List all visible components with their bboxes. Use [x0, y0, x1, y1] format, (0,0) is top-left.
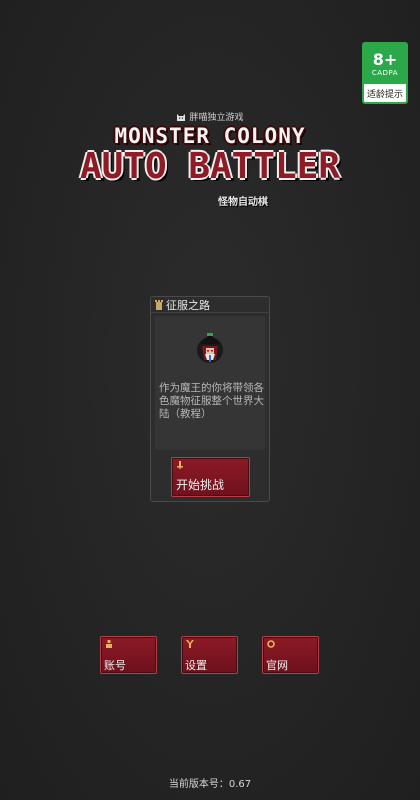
settings-button[interactable]: 设置	[181, 636, 238, 674]
publisher-name: 胖喵独立游戏	[189, 113, 244, 123]
age-rating-number: 8+	[372, 50, 398, 69]
tower-icon	[155, 299, 163, 310]
account-label: 账号	[104, 659, 126, 672]
website-button[interactable]: 官网	[262, 636, 319, 674]
account-button[interactable]: 账号	[100, 636, 157, 674]
age-rating-label: 适龄提示	[366, 90, 403, 100]
demon-king-portrait-icon	[197, 333, 223, 363]
publisher-tag: 胖喵独立游戏	[0, 110, 420, 123]
logo-title-main: AUTO BATTLER	[79, 146, 341, 187]
age-rating-badge: 8+ CADPA 适龄提示	[362, 42, 408, 104]
start-challenge-label: 开始挑战	[176, 478, 225, 492]
stage-info-panel: 作为魔王的你将带领各色魔物征服整个世界大陆（教程）	[155, 316, 265, 450]
start-challenge-button[interactable]: 开始挑战	[171, 457, 250, 497]
version-text: 当前版本号：0.67	[168, 779, 252, 790]
settings-label: 设置	[185, 659, 207, 672]
logo-subtitle: 怪物自动棋	[218, 197, 268, 208]
website-label: 官网	[266, 659, 288, 672]
age-rating-top: 8+ CADPA	[364, 44, 406, 84]
sword-icon	[177, 461, 183, 469]
wrench-icon	[186, 640, 194, 648]
stage-description: 作为魔王的你将带领各色魔物征服整个世界大陆（教程）	[159, 382, 264, 420]
ring-icon	[267, 640, 275, 648]
stage-header: 征服之路	[151, 297, 269, 313]
person-icon	[106, 640, 112, 648]
stage-title: 征服之路	[166, 298, 210, 312]
stage-card: 征服之路 作为魔王的你将带领各色魔物征服整个世界大陆（教程） 开始挑战	[150, 296, 270, 502]
age-rating-org: CADPA	[371, 69, 399, 77]
logo-title-top: MONSTER COLONY	[114, 124, 306, 148]
cat-icon	[177, 113, 186, 121]
